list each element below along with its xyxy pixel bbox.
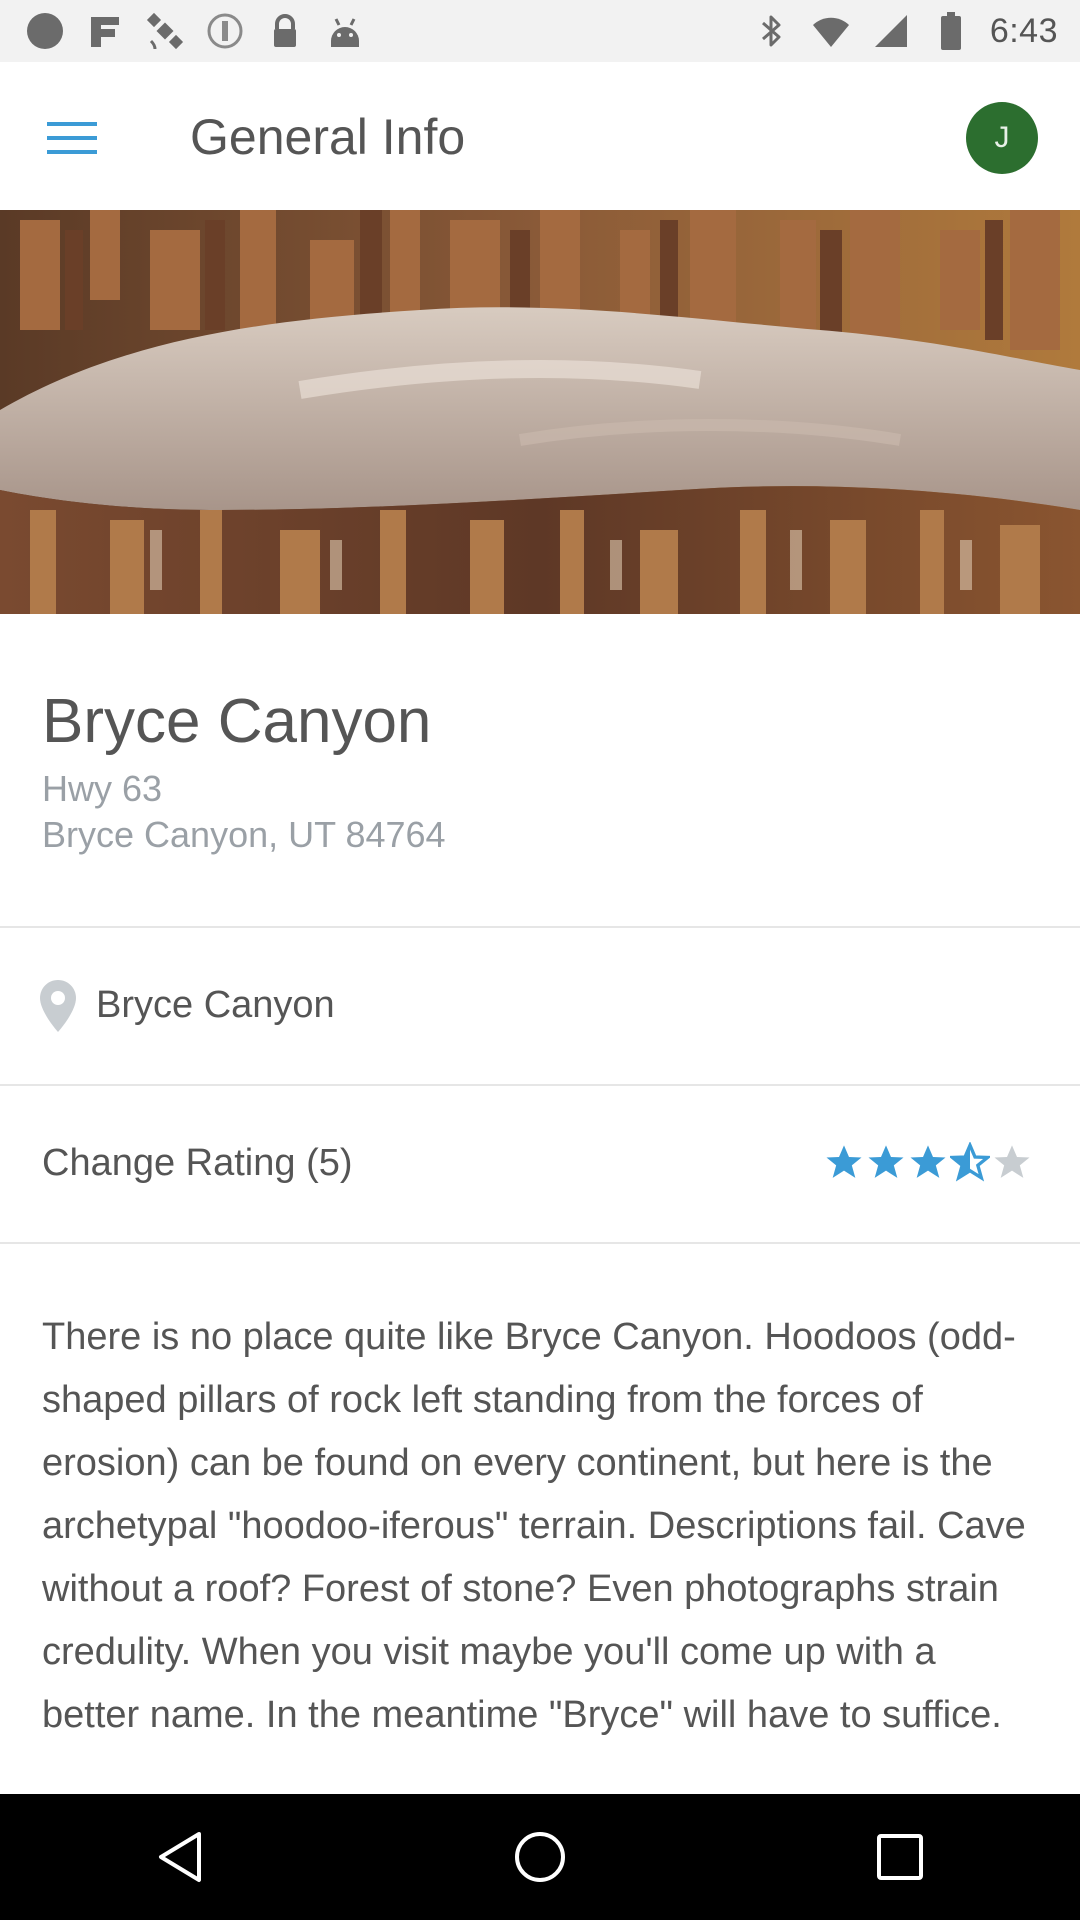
star-icon-full[interactable]	[824, 1142, 864, 1182]
address: Hwy 63 Bryce Canyon, UT 84764	[42, 766, 446, 858]
status-time: 6:43	[989, 11, 1058, 50]
page-title: General Info	[190, 109, 466, 165]
star-icon-full[interactable]	[908, 1142, 948, 1182]
status-bar: 6:43	[0, 0, 1080, 62]
divider	[0, 1242, 1080, 1244]
fake-gps-icon	[84, 10, 126, 52]
app-bar: General Info J	[0, 62, 1080, 210]
recents-icon	[877, 1834, 923, 1880]
satellite-icon	[144, 10, 186, 52]
change-rating-label: Change Rating (5)	[42, 1142, 353, 1184]
description-text: There is no place quite like Bryce Canyo…	[42, 1316, 1026, 1736]
lock-icon	[264, 10, 306, 52]
star-rating[interactable]	[824, 1142, 1032, 1182]
status-left-icons	[24, 10, 366, 52]
hero-image	[0, 210, 1080, 614]
address-line-1: Hwy 63	[42, 768, 163, 809]
screen: 6:43 General Info J Bryce Canyon Hwy 63 …	[0, 0, 1080, 1920]
star-icon-half[interactable]	[950, 1142, 990, 1182]
radio-icon	[204, 10, 246, 52]
address-line-2: Bryce Canyon, UT 84764	[42, 814, 446, 855]
location-label: Bryce Canyon	[96, 984, 335, 1026]
navigation-bar	[0, 1794, 1080, 1920]
back-icon	[159, 1832, 201, 1882]
place-name: Bryce Canyon	[42, 687, 432, 756]
recents-button[interactable]	[855, 1812, 945, 1902]
location-pin-icon	[40, 980, 76, 1032]
status-right-icons: 6:43	[750, 10, 1058, 52]
battery-icon	[930, 10, 972, 52]
bluetooth-icon	[750, 10, 792, 52]
wifi-icon	[810, 10, 852, 52]
star-icon-full[interactable]	[866, 1142, 906, 1182]
menu-button[interactable]	[34, 100, 110, 176]
location-row[interactable]: Bryce Canyon	[0, 928, 1080, 1084]
home-button[interactable]	[495, 1812, 585, 1902]
rating-row[interactable]: Change Rating (5)	[0, 1086, 1080, 1242]
android-icon	[324, 10, 366, 52]
hamburger-menu-icon	[47, 122, 97, 154]
avatar[interactable]: J	[966, 102, 1038, 174]
star-icon-empty[interactable]	[992, 1142, 1032, 1182]
back-button[interactable]	[135, 1812, 225, 1902]
circle-icon	[24, 10, 66, 52]
home-icon	[515, 1832, 565, 1882]
signal-icon	[870, 10, 912, 52]
